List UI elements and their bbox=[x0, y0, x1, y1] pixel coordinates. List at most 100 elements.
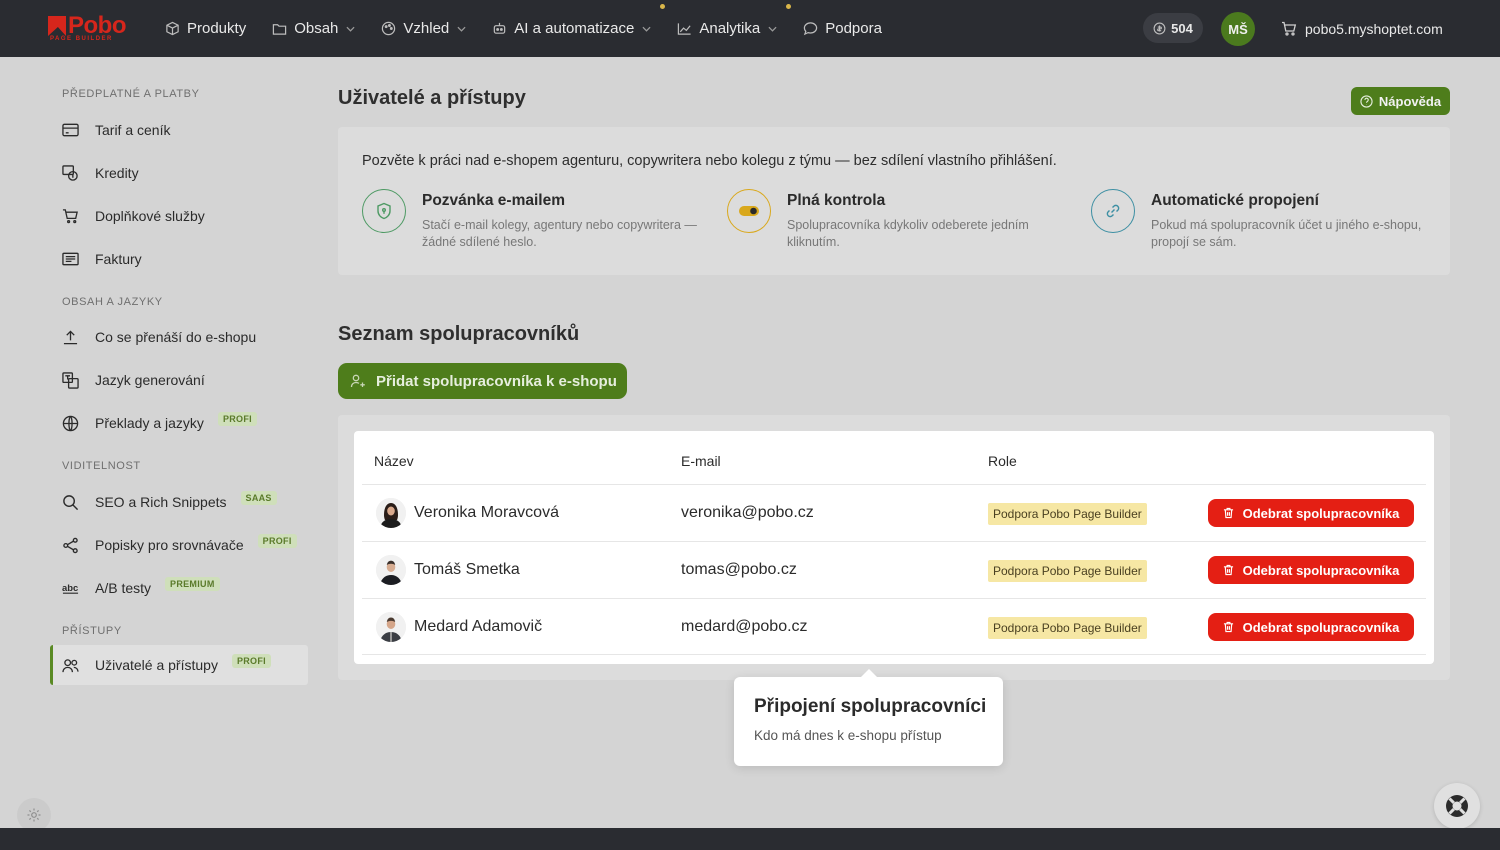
tooltip-subtitle: Kdo má dnes k e-shopu přístup bbox=[754, 728, 942, 743]
cart-icon bbox=[62, 209, 78, 224]
sidebar-item-label: Tarif a ceník bbox=[95, 122, 171, 138]
collaborator-name: Tomáš Smetka bbox=[414, 561, 520, 578]
user-avatar[interactable]: MŠ bbox=[1221, 12, 1255, 46]
notification-dot bbox=[660, 4, 666, 9]
remove-label: Odebrat spolupracovníka bbox=[1242, 562, 1400, 578]
feature-desc: Spolupracovníka kdykoliv odeberete jední… bbox=[787, 218, 1029, 249]
nav-item-obsah[interactable]: Obsah bbox=[272, 20, 355, 37]
plan-tag: PROFI bbox=[231, 654, 271, 668]
logo-subtext: PAGE BUILDER bbox=[50, 36, 113, 42]
avatar bbox=[376, 555, 406, 585]
question-circle-icon bbox=[1360, 94, 1373, 108]
help-button[interactable]: Nápověda bbox=[1351, 87, 1450, 115]
svg-text:abc: abc bbox=[62, 583, 78, 594]
globe-icon bbox=[62, 415, 79, 431]
sidebar-item-label: A/B testy bbox=[95, 580, 152, 596]
sidebar-item-label: Uživatelé a přístupy bbox=[95, 657, 218, 673]
cart-icon bbox=[1282, 21, 1297, 36]
plan-tag: PREMIUM bbox=[165, 577, 220, 591]
box-icon bbox=[166, 21, 179, 36]
sidebar-item-label: Co se přenáší do e-shopu bbox=[95, 329, 257, 345]
sidebar-item-jazyk-generovani[interactable]: Jazyk generování bbox=[50, 360, 308, 400]
role-badge: Podpora Pobo Page Builder bbox=[988, 617, 1147, 639]
plan-tag: PROFI bbox=[217, 412, 257, 426]
users-icon bbox=[62, 658, 79, 672]
notification-dot bbox=[786, 4, 792, 9]
remove-collaborator-button[interactable]: Odebrat spolupracovníka bbox=[1208, 613, 1414, 641]
chevron-down-icon bbox=[642, 26, 651, 32]
collaborator-name: Veronika Moravcová bbox=[414, 504, 559, 521]
shop-link[interactable]: pobo5.myshoptet.com bbox=[1281, 0, 1443, 57]
palette-icon bbox=[382, 21, 396, 36]
column-header-email: E-mail bbox=[681, 453, 721, 469]
toggle-icon bbox=[727, 189, 771, 233]
sidebar-item-kredity[interactable]: Kredity bbox=[50, 153, 308, 193]
nav-label: Analytika bbox=[699, 20, 761, 37]
add-collaborator-button[interactable]: Přidat spolupracovníka k e-shopu bbox=[338, 363, 627, 399]
column-header-role: Role bbox=[988, 453, 1017, 469]
collaborator-email: tomas@pobo.cz bbox=[681, 561, 797, 578]
nav-item-podpora[interactable]: Podpora bbox=[803, 20, 882, 37]
avatar bbox=[376, 498, 406, 528]
shield-icon bbox=[362, 189, 406, 233]
feature-title: Automatické propojení bbox=[1151, 192, 1319, 209]
feature-title: Pozvánka e-mailem bbox=[422, 192, 566, 209]
ab-icon: abc bbox=[62, 583, 78, 594]
upload-icon bbox=[63, 329, 78, 344]
sidebar-item-prenos[interactable]: Co se přenáší do e-shopu bbox=[50, 317, 308, 357]
sidebar-item-tarif[interactable]: Tarif a ceník bbox=[50, 110, 308, 150]
gear-icon bbox=[27, 808, 41, 822]
search-icon bbox=[63, 494, 79, 510]
add-collaborator-label: Přidat spolupracovníka k e-shopu bbox=[376, 372, 617, 390]
lifebuoy-icon bbox=[1446, 795, 1468, 817]
avatar bbox=[376, 612, 406, 642]
table-row: Veronika Moravcová veronika@pobo.cz Podp… bbox=[362, 484, 1426, 541]
sidebar-item-doplnkove-sluzby[interactable]: Doplňkové služby bbox=[50, 196, 308, 236]
sidebar-item-label: Popisky pro srovnávače bbox=[95, 537, 244, 553]
shop-domain: pobo5.myshoptet.com bbox=[1305, 20, 1443, 37]
collaborator-name: Medard Adamovič bbox=[414, 618, 543, 635]
info-card: Pozvěte k práci nad e-shopem agenturu, c… bbox=[338, 127, 1450, 275]
sidebar-item-faktury[interactable]: Faktury bbox=[50, 239, 308, 279]
support-button[interactable] bbox=[1434, 783, 1480, 829]
nav-item-produkty[interactable]: Produkty bbox=[165, 20, 246, 37]
sidebar-item-preklady[interactable]: Překlady a jazyky PROFI bbox=[50, 403, 308, 443]
sidebar-item-ab-testy[interactable]: abc A/B testy PREMIUM bbox=[50, 568, 308, 608]
nav-label: Obsah bbox=[294, 20, 339, 37]
chevron-down-icon bbox=[768, 26, 777, 32]
sidebar-item-uzivatele[interactable]: Uživatelé a přístupy PROFI bbox=[50, 645, 308, 685]
sidebar-section-title: OBSAH A JAZYKY bbox=[62, 296, 163, 308]
credit-card-icon bbox=[62, 123, 79, 137]
sidebar-item-popisky[interactable]: Popisky pro srovnávače PROFI bbox=[50, 525, 308, 565]
remove-collaborator-button[interactable]: Odebrat spolupracovníka bbox=[1208, 556, 1414, 584]
collaborators-table: Název E-mail Role Veronika Moravcová ver… bbox=[354, 431, 1434, 664]
nav-item-vzhled[interactable]: Vzhled bbox=[381, 20, 466, 37]
sidebar-item-label: Překlady a jazyky bbox=[95, 415, 204, 431]
share-icon bbox=[63, 537, 78, 553]
pobo-logo[interactable]: Pobo PAGE BUILDER bbox=[48, 14, 127, 42]
collaborator-email: veronika@pobo.cz bbox=[681, 504, 814, 521]
nav-label: Produkty bbox=[187, 20, 247, 37]
trash-icon bbox=[1223, 564, 1233, 576]
tooltip-title: Připojení spolupracovníci bbox=[754, 696, 987, 717]
credits-counter[interactable]: 504 bbox=[1143, 13, 1203, 43]
sidebar-item-label: Jazyk generování bbox=[95, 372, 205, 388]
remove-collaborator-button[interactable]: Odebrat spolupracovníka bbox=[1208, 499, 1414, 527]
column-header-name: Název bbox=[374, 453, 414, 469]
link-icon bbox=[1091, 189, 1135, 233]
role-badge: Podpora Pobo Page Builder bbox=[988, 560, 1147, 582]
info-intro: Pozvěte k práci nad e-shopem agenturu, c… bbox=[362, 153, 1057, 169]
sidebar-section-title: PŘÍSTUPY bbox=[62, 625, 122, 637]
sidebar-item-seo[interactable]: SEO a Rich Snippets SAAS bbox=[50, 482, 308, 522]
settings-button[interactable] bbox=[17, 798, 51, 832]
collaborator-email: medard@pobo.cz bbox=[681, 618, 808, 635]
nav-label: Vzhled bbox=[403, 20, 450, 37]
plan-tag: SAAS bbox=[240, 491, 277, 505]
role-badge: Podpora Pobo Page Builder bbox=[988, 503, 1147, 525]
nav-item-ai[interactable]: AI a automatizace bbox=[492, 4, 666, 37]
trash-icon bbox=[1223, 621, 1233, 633]
nav-label: AI a automatizace bbox=[514, 20, 635, 37]
nav-item-analytika[interactable]: Analytika bbox=[677, 4, 792, 37]
feature-desc: Pokud má spolupracovník účet u jiného e-… bbox=[1151, 218, 1422, 249]
sidebar-section-title: PŘEDPLATNÉ A PLATBY bbox=[62, 88, 200, 100]
